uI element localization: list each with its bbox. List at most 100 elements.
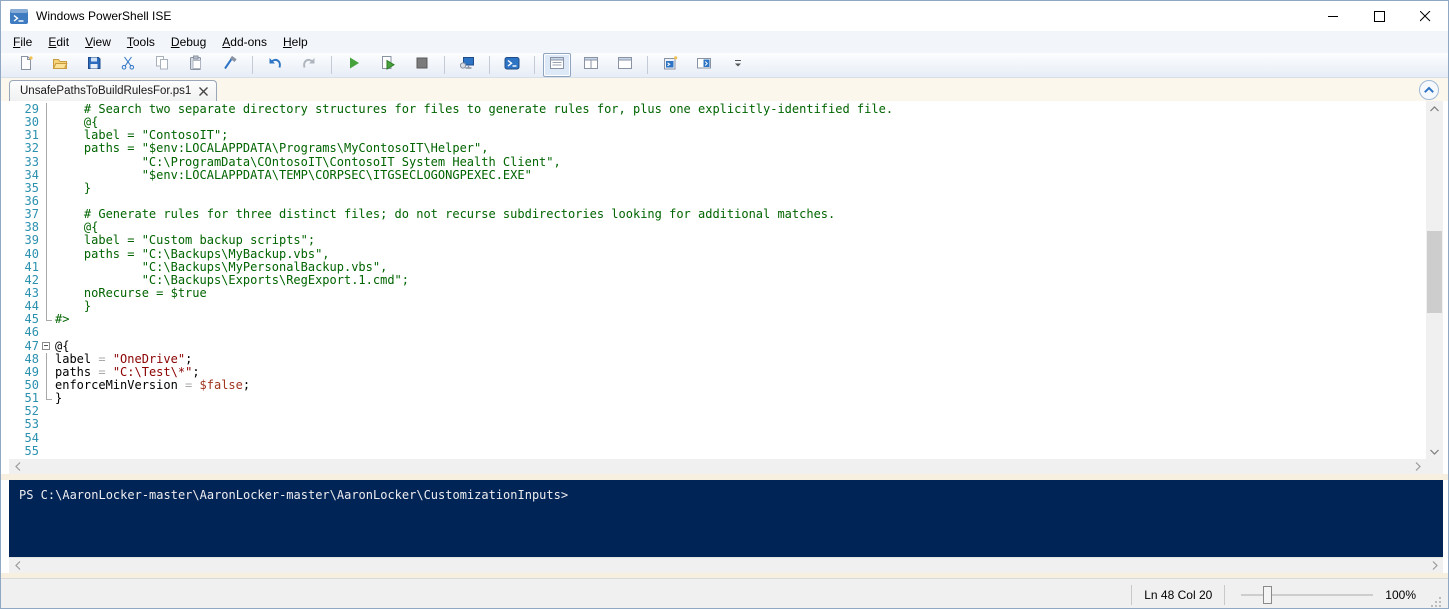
menu-add-ons[interactable]: Add-ons (214, 31, 275, 53)
editor-vscroll-thumb[interactable] (1427, 231, 1442, 313)
collapse-script-pane-button[interactable] (1418, 79, 1440, 101)
undo-icon (267, 55, 283, 76)
zoom-slider[interactable] (1241, 585, 1373, 605)
editor-vertical-scrollbar[interactable] (1426, 101, 1443, 459)
show-console-pane-button[interactable] (690, 53, 718, 77)
code-line[interactable]: 54 (9, 432, 1426, 445)
fold-collapse-icon[interactable] (39, 340, 55, 353)
script-editor-pane[interactable]: 29 # Search two separate directory struc… (9, 101, 1443, 474)
show-script-pane-right-button[interactable] (577, 53, 605, 77)
code-text (55, 405, 1426, 418)
copy-button[interactable] (148, 53, 176, 77)
clear-console-pane-button[interactable] (216, 53, 244, 77)
code-text (55, 432, 1426, 445)
line-number: 33 (9, 156, 39, 169)
stop-operation-button[interactable] (408, 53, 436, 77)
code-line[interactable]: 55 (9, 445, 1426, 458)
code-line[interactable]: 29 # Search two separate directory struc… (9, 103, 1426, 116)
clear-console-icon (222, 55, 238, 76)
scroll-up-arrow-icon[interactable] (1426, 101, 1443, 116)
new-remote-powershell-tab-button[interactable] (453, 53, 481, 77)
code-line[interactable]: 51} (9, 392, 1426, 405)
close-button[interactable] (1402, 1, 1448, 31)
fold-margin (39, 129, 55, 142)
scroll-right-arrow-icon[interactable] (1409, 459, 1426, 474)
open-script-icon (52, 55, 68, 76)
code-line[interactable]: 46 (9, 326, 1426, 339)
show-script-pane-top-button[interactable] (543, 53, 571, 77)
run-script-button[interactable] (340, 53, 368, 77)
console-pane[interactable]: PS C:\AaronLocker-master\AaronLocker-mas… (9, 480, 1443, 557)
scroll-left-arrow-icon[interactable] (9, 558, 26, 573)
code-text: paths = "C:\Test\*"; (55, 366, 1426, 379)
code-line[interactable]: 42 "C:\Backups\Exports\RegExport.1.cmd"; (9, 274, 1426, 287)
run-selection-button[interactable] (374, 53, 402, 77)
redo-button[interactable] (295, 53, 323, 77)
show-script-pane-maximized-button[interactable] (611, 53, 639, 77)
new-powershell-tab-button[interactable] (656, 53, 684, 77)
scroll-left-arrow-icon[interactable] (9, 459, 26, 474)
menu-edit[interactable]: Edit (40, 31, 77, 53)
fold-margin (39, 156, 55, 169)
menu-debug[interactable]: Debug (163, 31, 214, 53)
code-text: #> (55, 313, 1426, 326)
code-area[interactable]: 29 # Search two separate directory struc… (9, 101, 1426, 459)
line-number: 42 (9, 274, 39, 287)
code-text (55, 418, 1426, 431)
maximize-button[interactable] (1356, 1, 1402, 31)
console-prompt: PS C:\AaronLocker-master\AaronLocker-mas… (9, 480, 1443, 502)
fold-margin (39, 287, 55, 300)
zoom-slider-thumb[interactable] (1263, 586, 1272, 604)
zoom-slider-track[interactable] (1241, 594, 1373, 596)
paste-button[interactable] (182, 53, 210, 77)
resize-grip[interactable] (1430, 596, 1442, 608)
code-line[interactable]: 48label = "OneDrive"; (9, 353, 1426, 366)
code-line[interactable]: 45#> (9, 313, 1426, 326)
save-script-button[interactable] (80, 53, 108, 77)
code-line[interactable]: 50enforceMinVersion = $false; (9, 379, 1426, 392)
start-powershell-exe-button[interactable] (498, 53, 526, 77)
fold-margin (39, 392, 55, 405)
console-horizontal-scrollbar[interactable] (9, 557, 1443, 573)
menu-view[interactable]: View (77, 31, 119, 53)
status-bar: Ln 48 Col 20 100% (1, 578, 1448, 609)
code-text: "$env:LOCALAPPDATA\TEMP\CORPSEC\ITGSECLO… (55, 169, 1426, 182)
cut-button[interactable] (114, 53, 142, 77)
menu-tools[interactable]: Tools (119, 31, 163, 53)
new-script-button[interactable] (12, 53, 40, 77)
code-text: } (55, 392, 1426, 405)
ps-tab-right-icon (696, 55, 712, 76)
editor-horizontal-scrollbar[interactable] (9, 459, 1426, 474)
tab-close-button[interactable] (199, 87, 208, 96)
line-number: 35 (9, 182, 39, 195)
menu-help[interactable]: Help (275, 31, 316, 53)
code-line[interactable]: 34 "$env:LOCALAPPDATA\TEMP\CORPSEC\ITGSE… (9, 169, 1426, 182)
pane-max-icon (617, 55, 633, 76)
minimize-button[interactable] (1310, 1, 1356, 31)
overflow-icon (733, 56, 743, 75)
line-number: 41 (9, 261, 39, 274)
scroll-right-arrow-icon[interactable] (1426, 558, 1443, 573)
new-ps-tab-icon (662, 55, 678, 76)
fold-margin (39, 379, 55, 392)
menu-file[interactable]: File (5, 31, 40, 53)
code-line[interactable]: 35 } (9, 182, 1426, 195)
code-line[interactable]: 37 # Generate rules for three distinct f… (9, 208, 1426, 221)
cursor-position: Ln 48 Col 20 (1144, 588, 1212, 602)
scroll-down-arrow-icon[interactable] (1426, 444, 1443, 459)
fold-margin (39, 182, 55, 195)
open-script-button[interactable] (46, 53, 74, 77)
new-script-icon (18, 55, 34, 76)
script-tab[interactable]: UnsafePathsToBuildRulesFor.ps1 (9, 80, 217, 101)
code-line[interactable]: 52 (9, 405, 1426, 418)
line-number: 55 (9, 445, 39, 458)
code-line[interactable]: 43 noRecurse = $true (9, 287, 1426, 300)
script-tab-label: UnsafePathsToBuildRulesFor.ps1 (20, 85, 191, 97)
undo-button[interactable] (261, 53, 289, 77)
toolbar-overflow-button[interactable] (724, 53, 752, 77)
code-line[interactable]: 44 } (9, 300, 1426, 313)
chevron-up-icon (1418, 79, 1440, 101)
menu-bar: FileEditViewToolsDebugAdd-onsHelp (1, 31, 1448, 53)
code-line[interactable]: 47@{ (9, 340, 1426, 353)
code-line[interactable]: 53 (9, 418, 1426, 431)
